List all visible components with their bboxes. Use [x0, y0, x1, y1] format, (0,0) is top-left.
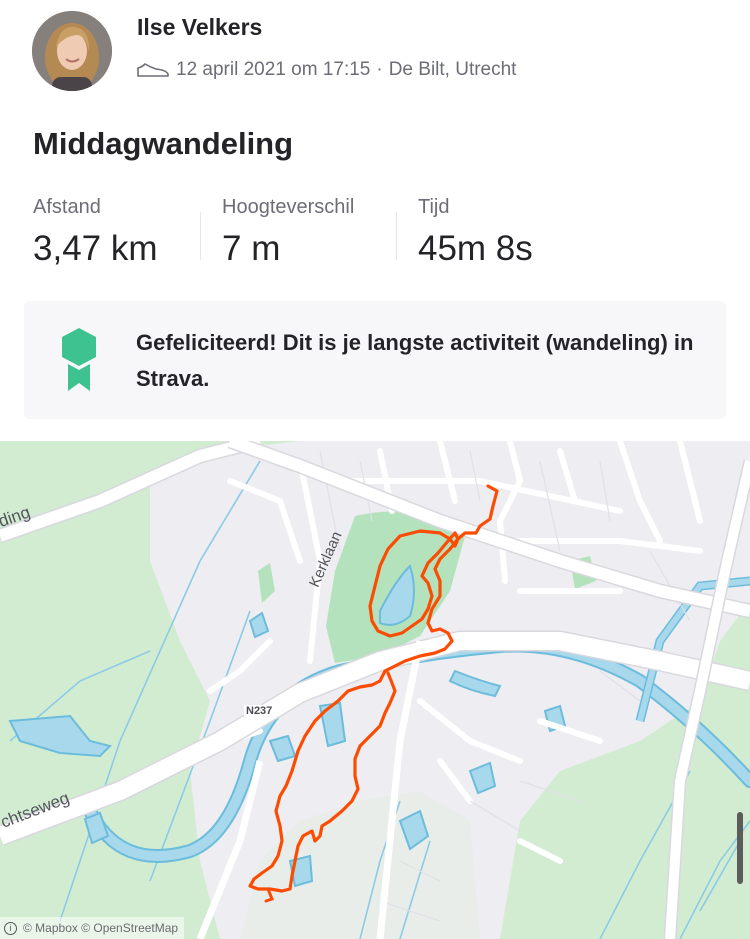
meta-separator: · — [376, 59, 383, 80]
medal-badge-icon — [62, 328, 96, 391]
activity-location: De Bilt, Utrecht — [388, 59, 517, 80]
activity-header: Ilse Velkers 12 april 2021 om 17:15 · De… — [0, 0, 750, 110]
achievement-text: Gefeliciteerd! Dit is je langste activit… — [136, 330, 694, 391]
stat-divider — [396, 212, 397, 260]
activity-title: Middagwandeling — [33, 126, 294, 161]
stat-label: Tijd — [418, 196, 450, 218]
stat-value: 3,47 km — [33, 229, 158, 268]
attribution-text: © Mapbox © OpenStreetMap — [23, 921, 179, 935]
map-road-shield: N237 — [244, 705, 275, 717]
stat-elevation: Hoogteverschil 7 m — [222, 196, 354, 269]
athlete-avatar[interactable] — [32, 11, 112, 91]
map-attribution[interactable]: i © Mapbox © OpenStreetMap — [0, 917, 185, 939]
activity-datetime: 12 april 2021 om 17:15 — [176, 59, 371, 80]
stat-value: 45m 8s — [418, 229, 533, 268]
stat-label: Hoogteverschil — [222, 196, 355, 218]
stat-distance: Afstand 3,47 km — [33, 196, 158, 269]
info-icon[interactable]: i — [4, 921, 17, 935]
shoe-icon — [137, 63, 169, 77]
scrollbar[interactable] — [737, 812, 743, 884]
avatar-photo — [32, 11, 112, 91]
stat-label: Afstand — [33, 196, 101, 218]
route-map[interactable]: ding Kerklaan N237 chtseweg i © Mapbox ©… — [0, 441, 750, 939]
achievement-card[interactable]: Gefeliciteerd! Dit is je langste activit… — [24, 301, 726, 419]
map-canvas — [0, 441, 750, 939]
stat-value: 7 m — [222, 229, 281, 268]
stat-time: Tijd 45m 8s — [418, 196, 533, 269]
athlete-name[interactable]: Ilse Velkers — [137, 14, 262, 41]
stat-divider — [200, 212, 201, 260]
activity-meta: 12 april 2021 om 17:15 · De Bilt, Utrech… — [136, 56, 516, 84]
